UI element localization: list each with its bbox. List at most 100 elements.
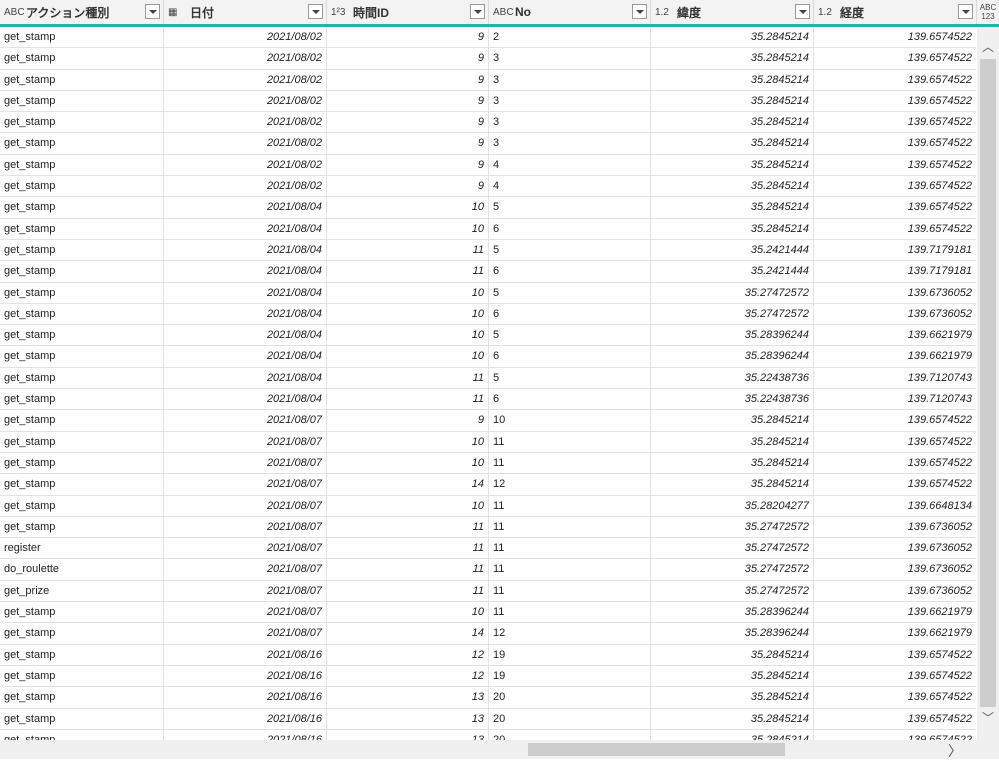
table-row[interactable]: get_stamp 2021/08/04 10 5 35.2845214 139.6574…: [0, 197, 976, 219]
table-cell[interactable]: 35.2845214: [651, 90, 814, 112]
table-cell[interactable]: 11: [489, 538, 651, 559]
table-cell[interactable]: 2021/08/04: [164, 367, 327, 389]
table-row[interactable]: get_stamp 2021/08/02 9 4 35.2845214 139.65745…: [0, 154, 976, 177]
table-cell[interactable]: get_stamp: [0, 239, 164, 261]
filter-dropdown-icon[interactable]: [308, 4, 323, 19]
table-cell[interactable]: 139.6574522: [814, 176, 976, 196]
table-cell[interactable]: 35.2845214: [651, 133, 814, 154]
table-cell[interactable]: get_stamp: [0, 27, 164, 48]
table-row[interactable]: get_stamp 2021/08/02 9 3 35.2845214 139.65745…: [0, 48, 976, 70]
table-cell[interactable]: 2021/08/02: [164, 176, 327, 197]
table-cell[interactable]: 14: [327, 623, 489, 644]
table-cell[interactable]: 12: [327, 644, 489, 665]
table-row[interactable]: get_stamp 2021/08/16 13 20 35.2845214 139.657…: [0, 687, 976, 709]
table-cell[interactable]: 5: [489, 282, 651, 303]
table-cell[interactable]: 139.6574522: [814, 27, 976, 47]
table-cell[interactable]: get_stamp: [0, 325, 164, 346]
table-cell[interactable]: 139.6574522: [814, 133, 976, 153]
column-header-2[interactable]: 1²3 時間ID: [327, 0, 489, 24]
column-type-icon[interactable]: ▦: [168, 7, 186, 18]
table-cell[interactable]: 11: [327, 367, 489, 389]
table-cell[interactable]: 10: [489, 410, 651, 431]
table-row[interactable]: get_stamp 2021/08/04 11 6 35.2421444 139.7179…: [0, 261, 976, 283]
table-cell[interactable]: 2021/08/02: [164, 112, 327, 133]
table-cell[interactable]: 9: [327, 48, 489, 69]
table-cell[interactable]: get_stamp: [0, 389, 164, 410]
table-cell[interactable]: 35.27472572: [651, 538, 814, 559]
table-cell[interactable]: 35.28396244: [651, 602, 814, 623]
table-cell[interactable]: 35.27472572: [651, 282, 814, 303]
table-cell[interactable]: 35.28396244: [651, 346, 814, 367]
table-cell[interactable]: get_stamp: [0, 729, 164, 740]
table-cell[interactable]: 139.6648134: [814, 496, 976, 516]
table-cell[interactable]: 2021/08/04: [164, 346, 327, 367]
table-cell[interactable]: 2021/08/02: [164, 48, 327, 69]
table-cell[interactable]: get_stamp: [0, 112, 164, 133]
table-cell[interactable]: get_stamp: [0, 176, 164, 197]
table-cell[interactable]: get_stamp: [0, 687, 164, 708]
table-cell[interactable]: 5: [489, 197, 651, 218]
table-cell[interactable]: 2021/08/07: [164, 580, 327, 602]
column-header-5[interactable]: 1.2 経度: [814, 0, 977, 24]
table-cell[interactable]: 2021/08/07: [164, 495, 327, 516]
table-row[interactable]: get_stamp 2021/08/04 10 6 35.2845214 139.6574…: [0, 218, 976, 240]
table-cell[interactable]: 11: [327, 580, 489, 602]
table-cell[interactable]: 2021/08/16: [164, 708, 327, 729]
table-cell[interactable]: 35.2845214: [651, 644, 814, 665]
filter-dropdown-icon[interactable]: [145, 4, 160, 19]
table-row[interactable]: get_stamp 2021/08/07 14 12 35.2845214 139.657…: [0, 474, 976, 496]
scroll-up-icon[interactable]: ︿: [982, 41, 994, 53]
vertical-scrollbar[interactable]: ︿ ﹀: [977, 27, 999, 740]
table-cell[interactable]: 9: [327, 90, 489, 112]
table-cell[interactable]: 35.2845214: [651, 665, 814, 687]
table-cell[interactable]: 10: [327, 495, 489, 516]
table-cell[interactable]: 2021/08/04: [164, 261, 327, 282]
table-cell[interactable]: get_stamp: [0, 623, 164, 644]
table-cell[interactable]: get_stamp: [0, 197, 164, 218]
table-row[interactable]: get_stamp 2021/08/04 10 6 35.27472572 139.673…: [0, 303, 976, 326]
table-cell[interactable]: 2021/08/07: [164, 538, 327, 559]
table-row[interactable]: get_stamp 2021/08/07 9 10 35.2845214 139.6574…: [0, 410, 976, 432]
table-cell[interactable]: 4: [489, 176, 651, 197]
table-cell[interactable]: get_stamp: [0, 69, 164, 90]
table-cell[interactable]: 10: [327, 431, 489, 452]
table-cell[interactable]: 3: [489, 112, 651, 133]
table-cell[interactable]: get_stamp: [0, 48, 164, 69]
table-cell[interactable]: 139.6621979: [814, 325, 976, 345]
table-cell[interactable]: 139.7120743: [814, 368, 976, 388]
table-row[interactable]: get_stamp 2021/08/02 9 3 35.2845214 139.65745…: [0, 90, 976, 113]
table-row[interactable]: get_stamp 2021/08/02 9 4 35.2845214 139.65745…: [0, 176, 976, 198]
table-cell[interactable]: 14: [327, 474, 489, 495]
table-cell[interactable]: get_stamp: [0, 495, 164, 516]
column-header-4[interactable]: 1.2 緯度: [651, 0, 814, 24]
table-cell[interactable]: 2021/08/16: [164, 644, 327, 665]
table-cell[interactable]: get_stamp: [0, 346, 164, 367]
column-type-icon[interactable]: 1²3: [331, 7, 349, 18]
table-cell[interactable]: 9: [327, 27, 489, 48]
table-row[interactable]: get_stamp 2021/08/02 9 3 35.2845214 139.65745…: [0, 69, 976, 91]
table-cell[interactable]: 35.2845214: [651, 69, 814, 90]
table-cell[interactable]: 13: [327, 729, 489, 740]
table-cell[interactable]: 20: [489, 708, 651, 729]
table-row[interactable]: get_stamp 2021/08/04 11 5 35.22438736 139.712…: [0, 367, 976, 390]
table-cell[interactable]: 6: [489, 303, 651, 325]
table-cell[interactable]: 139.6574522: [814, 197, 976, 217]
table-cell[interactable]: get_stamp: [0, 218, 164, 239]
table-cell[interactable]: 2021/08/07: [164, 452, 327, 474]
table-cell[interactable]: 10: [327, 303, 489, 325]
table-cell[interactable]: 2021/08/02: [164, 27, 327, 48]
table-cell[interactable]: 13: [327, 687, 489, 708]
table-cell[interactable]: 2021/08/04: [164, 303, 327, 325]
table-row[interactable]: get_prize 2021/08/07 11 11 35.27472572 139.67…: [0, 580, 976, 603]
table-row[interactable]: get_stamp 2021/08/04 11 6 35.22438736 139.712…: [0, 389, 976, 411]
column-type-icon[interactable]: 1.2: [818, 7, 836, 18]
column-type-icon[interactable]: ABC: [4, 7, 25, 18]
table-cell[interactable]: 10: [327, 452, 489, 474]
table-cell[interactable]: get_stamp: [0, 303, 164, 325]
table-cell[interactable]: 35.2421444: [651, 239, 814, 261]
table-cell[interactable]: get_stamp: [0, 154, 164, 176]
table-cell[interactable]: 6: [489, 389, 651, 410]
table-cell[interactable]: 139.6574522: [814, 666, 976, 686]
table-cell[interactable]: get_stamp: [0, 90, 164, 112]
table-cell[interactable]: get_stamp: [0, 261, 164, 282]
